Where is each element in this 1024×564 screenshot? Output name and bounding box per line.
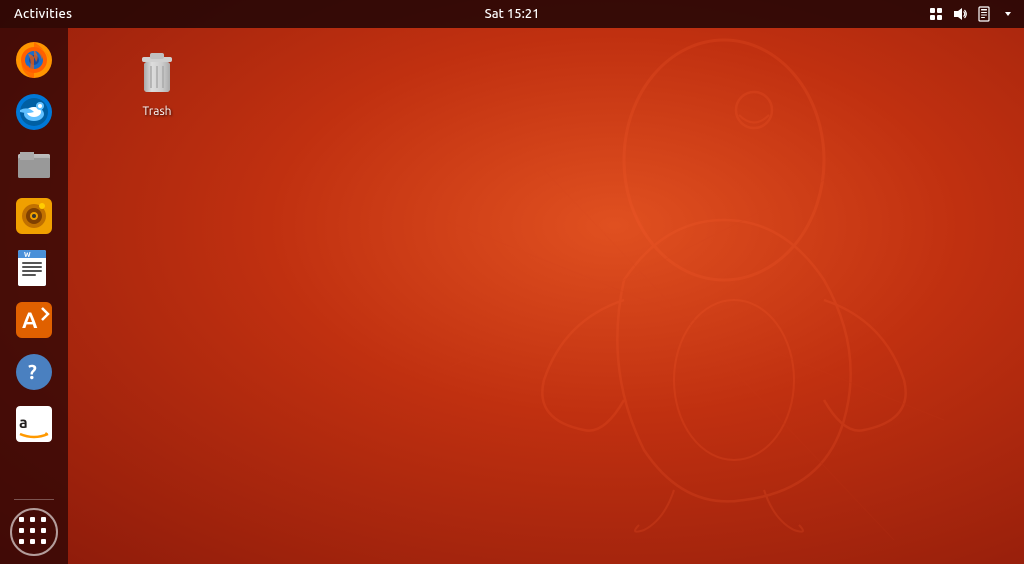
dock-item-appcenter[interactable]: A xyxy=(10,296,58,344)
dock-item-rhythmbox[interactable] xyxy=(10,192,58,240)
dock-item-help[interactable]: ? xyxy=(10,348,58,396)
dock-item-amazon[interactable]: a xyxy=(10,400,58,448)
svg-text:W: W xyxy=(24,251,31,259)
sound-icon[interactable] xyxy=(952,6,968,22)
show-applications-button[interactable] xyxy=(10,508,58,556)
desktop: Activities Sat 15:21 xyxy=(0,0,1024,564)
panel-left: Activities xyxy=(8,7,78,21)
panel-dropdown-icon[interactable] xyxy=(1000,6,1016,22)
panel-clock: Sat 15:21 xyxy=(485,7,540,21)
trash-label: Trash xyxy=(142,105,171,118)
tux-watermark xyxy=(444,20,944,540)
svg-text:A: A xyxy=(22,308,38,333)
dock-item-writer[interactable]: W xyxy=(10,244,58,292)
panel-right xyxy=(928,6,1016,22)
dock-item-thunderbird[interactable] xyxy=(10,88,58,136)
dock-item-firefox[interactable] xyxy=(10,36,58,84)
top-panel: Activities Sat 15:21 xyxy=(0,0,1024,28)
dock-item-files[interactable] xyxy=(10,140,58,188)
svg-text:?: ? xyxy=(28,360,37,383)
dock: W A ? a xyxy=(0,28,68,564)
svg-text:a: a xyxy=(19,414,28,432)
activities-button[interactable]: Activities xyxy=(8,7,78,21)
dock-divider xyxy=(14,499,54,500)
trash-desktop-icon[interactable]: Trash xyxy=(130,45,184,122)
network-icon[interactable] xyxy=(928,6,944,22)
show-apps-grid xyxy=(19,517,49,547)
system-icon[interactable] xyxy=(976,6,992,22)
